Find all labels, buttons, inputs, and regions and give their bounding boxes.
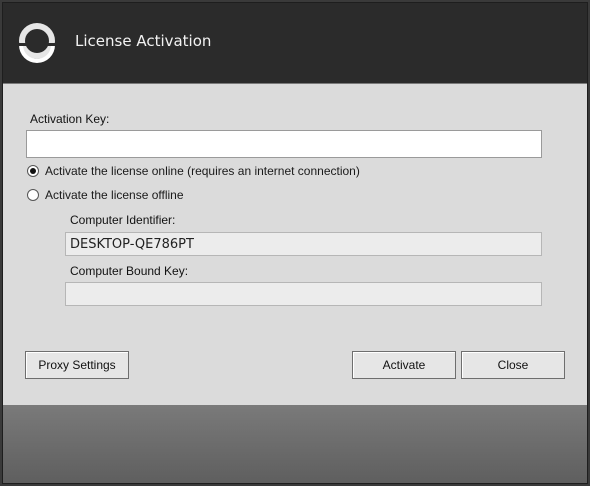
proxy-settings-button[interactable]: Proxy Settings — [25, 351, 129, 379]
circle-logo-icon — [15, 23, 59, 63]
license-activation-window: License Activation Activation Key: Activ… — [2, 2, 588, 484]
dialog-footer — [3, 405, 587, 483]
dialog-body: Activation Key: Activate the license onl… — [3, 83, 587, 406]
offline-radio-button[interactable] — [27, 189, 39, 201]
activation-key-input[interactable] — [26, 130, 542, 158]
offline-activation-option[interactable]: Activate the license offline — [27, 188, 184, 202]
online-option-label: Activate the license online (requires an… — [45, 164, 360, 178]
close-button[interactable]: Close — [461, 351, 565, 379]
activate-button[interactable]: Activate — [352, 351, 456, 379]
window-title: License Activation — [75, 32, 212, 50]
computer-bound-key-label: Computer Bound Key: — [70, 264, 189, 278]
activation-key-label: Activation Key: — [30, 112, 110, 126]
title-bar: License Activation — [3, 3, 587, 83]
online-radio-button[interactable] — [27, 165, 39, 177]
offline-option-label: Activate the license offline — [45, 188, 184, 202]
online-activation-option[interactable]: Activate the license online (requires an… — [27, 164, 360, 178]
computer-identifier-field[interactable] — [65, 232, 542, 256]
computer-bound-key-field[interactable] — [65, 282, 542, 306]
computer-identifier-label: Computer Identifier: — [70, 213, 176, 227]
